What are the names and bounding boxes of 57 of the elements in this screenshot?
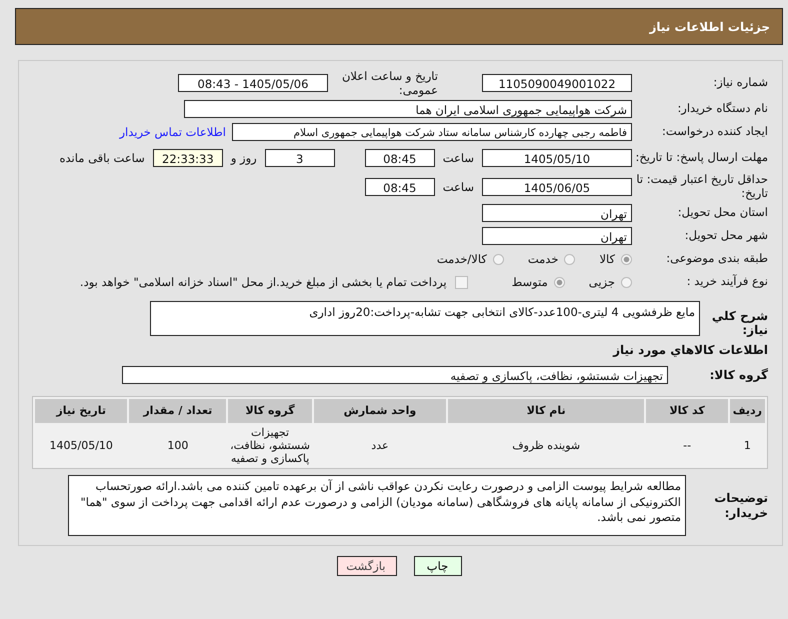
field-label: تاریخ و ساعت اعلان عمومی:	[340, 69, 438, 97]
validity-time-field: 08:45	[364, 178, 435, 196]
remaining-time-field: 22:33:33	[152, 149, 223, 167]
field-label: شرح كلي نياز:	[710, 308, 768, 338]
page-title: جزئیات اطلاعات نیاز	[649, 20, 770, 34]
column-header: ردیف	[730, 398, 765, 423]
checkbox[interactable]	[454, 276, 468, 288]
validity-date-field: 1405/06/05	[482, 178, 632, 196]
section-heading: اطلاعات كالاهاي مورد نياز	[613, 342, 768, 357]
field-label: نام دستگاه خریدار:	[676, 102, 768, 116]
column-header: گروه کالا	[228, 398, 312, 423]
radio-label: جزیی	[588, 275, 615, 289]
radio-button[interactable]	[564, 254, 576, 264]
radio-label: متوسط	[512, 275, 548, 289]
time-label: ساعت	[442, 151, 474, 165]
province-field: تهران	[482, 204, 632, 222]
remaining-label: ساعت باقی مانده	[60, 151, 145, 165]
deadline-time-field: 08:45	[364, 149, 435, 167]
column-header: تعداد / مقدار	[129, 398, 226, 423]
radio-label: کالا/خدمت	[436, 252, 487, 266]
field-label: استان محل تحویل:	[676, 206, 768, 220]
goods-group-field: تجهیزات شستشو، نظافت، پاکسازی و تصفیه	[122, 366, 668, 384]
column-header: کد کالا	[646, 398, 728, 423]
radio-label: خدمت	[528, 252, 558, 266]
radio-label: کالا	[599, 252, 615, 266]
field-label: طبقه بندی موضوعی:	[665, 252, 768, 266]
print-button[interactable]: چاپ	[414, 556, 462, 576]
radio-button[interactable]	[621, 276, 632, 288]
days-field: 3	[264, 149, 335, 167]
field-label: حداقل تاریخ اعتبار قیمت: تا تاریخ:	[635, 173, 768, 201]
column-header: تاریخ نیاز	[35, 398, 128, 423]
time-label: ساعت	[442, 180, 474, 194]
description-field: مایع ظرفشویی 4 لیتری-100عدد-کالای انتخابی جهت تشابه-پرداخت:20روز اداری	[150, 301, 700, 336]
days-label: روز و	[230, 151, 257, 165]
announce-date-field: 1405/05/06 - 08:43	[178, 74, 328, 92]
deadline-date-field: 1405/05/10	[482, 149, 632, 167]
requester-field: فاطمه رجبی چهارده کارشناس سامانه ستاد شرکت هواپیمایی جمهوری اسلام	[232, 123, 632, 141]
radio-button[interactable]	[554, 276, 565, 288]
back-button[interactable]: بازگشت	[336, 556, 396, 576]
radio-button[interactable]	[492, 254, 504, 264]
radio-button[interactable]	[621, 254, 632, 264]
table-cell: تجهیزات شستشو، نظافت، پاکسازی و تصفیه	[228, 424, 312, 466]
field-label: مهلت ارسال پاسخ: تا تاریخ:	[634, 151, 768, 165]
column-header: نام کالا	[448, 398, 644, 423]
buyer-contact-link[interactable]: اطلاعات تماس خریدار	[119, 125, 226, 139]
checkbox-label: پرداخت تمام یا بخشی از مبلغ خرید.از محل "اسناد خزانه اسلامی" خواهد بود.	[80, 275, 447, 289]
city-field: تهران	[482, 227, 632, 245]
field-label: ایجاد کننده درخواست:	[661, 125, 768, 139]
field-label: گروه کالا:	[708, 368, 768, 382]
column-header: واحد شمارش	[314, 398, 446, 423]
field-label: شماره نیاز:	[712, 76, 768, 90]
need-number-field: 1105090049001022	[482, 74, 632, 92]
buyer-org-field: شرکت هواپیمایی جمهوری اسلامی ایران هما	[184, 100, 632, 118]
field-label: توضیحات خریدار:	[713, 491, 768, 520]
buyer-notes-field: مطالعه شرایط پیوست الزامی و درصورت رعایت نکردن عواقب ناشی از آن برعهده تامین کننده می باشد.ارائه صورتحساب الکترونیکی از سامانه پایانه های فروشگاهی (سامانه مودیان) الزامی و درصورت عدم ارائه اقدامی جهت پرداخت از سوی "هما" متصور نمی باشد.	[68, 475, 686, 536]
field-label: شهر محل تحویل:	[684, 229, 768, 243]
field-label: نوع فرآیند خرید :	[686, 275, 768, 289]
